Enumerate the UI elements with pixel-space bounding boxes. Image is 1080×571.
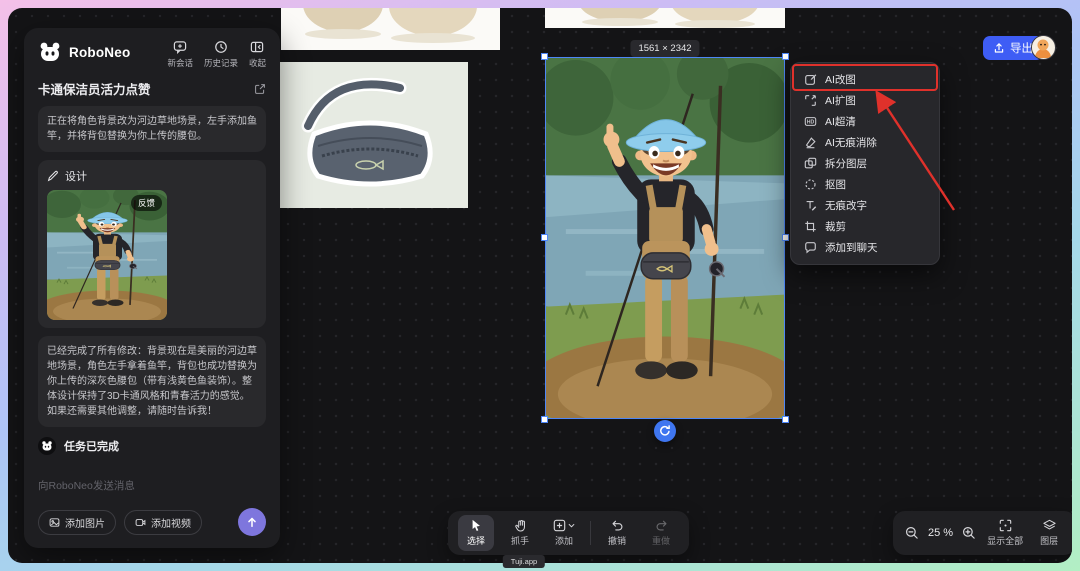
page-background: 1561 × 2342 xyxy=(0,0,1080,571)
chevron-down-icon xyxy=(568,523,575,528)
fit-view-button[interactable]: 显示全部 xyxy=(985,515,1025,551)
refresh-icon xyxy=(659,425,671,437)
menu-item-text-edit[interactable]: 无痕改字 xyxy=(797,195,933,216)
design-label: 设计 xyxy=(65,168,87,184)
add-image-button[interactable]: 添加图片 xyxy=(38,510,116,535)
undo-icon xyxy=(611,519,624,532)
add-icon xyxy=(553,519,566,532)
design-pen-icon xyxy=(47,170,59,182)
menu-item-ai-edit[interactable]: AI改图 xyxy=(797,69,933,90)
svg-text:HD: HD xyxy=(807,120,815,126)
hand-icon xyxy=(514,519,527,532)
tool-redo[interactable]: 重做 xyxy=(643,515,679,551)
video-icon xyxy=(135,517,146,528)
export-icon xyxy=(993,42,1005,54)
canvas-image-product-strip-left[interactable] xyxy=(281,8,500,50)
share-icon[interactable] xyxy=(254,83,266,95)
layers-button[interactable]: 图层 xyxy=(1034,515,1064,551)
roboneo-mini-icon xyxy=(38,437,56,455)
canvas-toolbar: 选择 抓手 添加 xyxy=(448,511,689,555)
user-avatar[interactable] xyxy=(1031,35,1056,60)
footer-badge: Tuji.app xyxy=(503,555,545,568)
message-input[interactable] xyxy=(38,480,266,492)
feedback-badge[interactable]: 反馈 xyxy=(131,195,162,211)
brand: RoboNeo xyxy=(38,40,130,64)
chat-sidebar: RoboNeo 新会话 xyxy=(24,28,280,548)
task-status-row: 任务已完成 xyxy=(38,437,266,455)
menu-item-crop[interactable]: 裁剪 xyxy=(797,216,933,237)
selection-handle-top-left[interactable] xyxy=(541,53,548,60)
session-title: 卡通保洁员活力点赞 xyxy=(38,79,151,98)
zoom-toolbar: 25 % 显示全部 xyxy=(893,511,1072,555)
toolbar-divider xyxy=(590,521,591,545)
canvas-image-waist-bag[interactable] xyxy=(272,62,468,208)
tool-add[interactable]: 添加 xyxy=(546,515,582,551)
hd-icon: HD xyxy=(804,115,817,128)
menu-item-ai-erase[interactable]: AI无痕消除 xyxy=(797,132,933,153)
design-thumbnail[interactable]: 反馈 xyxy=(47,190,167,320)
redo-icon xyxy=(655,519,668,532)
zoom-level: 25 % xyxy=(928,527,953,539)
selection-handle-bottom-right[interactable] xyxy=(782,416,789,423)
zoom-in-icon xyxy=(962,526,976,540)
cursor-icon xyxy=(470,519,483,532)
zoom-in-button[interactable] xyxy=(962,526,976,540)
layers-icon xyxy=(1043,519,1056,532)
selection-handle-top-right[interactable] xyxy=(782,53,789,60)
selection-handle-mid-right[interactable] xyxy=(782,234,789,241)
menu-item-ai-hd[interactable]: HD AI超清 xyxy=(797,111,933,132)
app-window: 1561 × 2342 xyxy=(8,8,1072,563)
split-layers-icon xyxy=(804,157,817,170)
collapse-sidebar-button[interactable]: 收起 xyxy=(249,40,266,69)
canvas-context-menu: AI改图 AI扩图 HD AI超清 xyxy=(790,62,940,265)
collapse-icon xyxy=(250,40,264,54)
erase-icon xyxy=(804,136,817,149)
assistant-result-message: 已经完成了所有修改：背景现在是美丽的河边草地场景，角色左手拿着鱼竿，背包也成功替… xyxy=(38,336,266,427)
selected-canvas-image[interactable] xyxy=(545,57,785,419)
fit-view-icon xyxy=(999,519,1012,532)
text-edit-icon xyxy=(804,199,817,212)
send-arrow-icon xyxy=(246,516,258,528)
history-button[interactable]: 历史记录 xyxy=(204,40,238,69)
brand-name: RoboNeo xyxy=(69,45,130,60)
selection-size-badge: 1561 × 2342 xyxy=(630,40,699,57)
new-chat-icon xyxy=(173,40,187,54)
regenerate-button[interactable] xyxy=(654,420,676,442)
menu-item-ai-expand[interactable]: AI扩图 xyxy=(797,90,933,111)
tool-undo[interactable]: 撤销 xyxy=(599,515,635,551)
menu-item-add-to-chat[interactable]: 添加到聊天 xyxy=(797,237,933,258)
canvas-image-product-strip-top[interactable] xyxy=(545,8,785,28)
crop-icon xyxy=(804,220,817,233)
menu-item-cutout[interactable]: 抠图 xyxy=(797,174,933,195)
task-status-label: 任务已完成 xyxy=(64,438,119,454)
history-icon xyxy=(214,40,228,54)
send-button[interactable] xyxy=(238,508,266,536)
add-video-button[interactable]: 添加视频 xyxy=(124,510,202,535)
tool-select[interactable]: 选择 xyxy=(458,515,494,551)
chat-icon xyxy=(804,241,817,254)
design-card: 设计 反馈 xyxy=(38,160,266,328)
cutout-icon xyxy=(804,178,817,191)
assistant-progress-message: 正在将角色背景改为河边草地场景，左手添加鱼竿，并将背包替换为你上传的腰包。 xyxy=(38,106,266,152)
expand-icon xyxy=(804,94,817,107)
roboneo-logo-icon xyxy=(38,40,62,64)
image-icon xyxy=(49,517,60,528)
tool-hand[interactable]: 抓手 xyxy=(502,515,538,551)
composer: 添加图片 添加视频 xyxy=(38,476,266,536)
zoom-out-button[interactable] xyxy=(905,526,919,540)
selection-handle-bottom-left[interactable] xyxy=(541,416,548,423)
cartoon-fisher-boy-image xyxy=(546,58,784,418)
menu-item-split-layers[interactable]: 拆分图层 xyxy=(797,153,933,174)
new-chat-button[interactable]: 新会话 xyxy=(167,40,193,69)
selection-handle-mid-left[interactable] xyxy=(541,234,548,241)
edit-icon xyxy=(804,73,817,86)
zoom-out-icon xyxy=(905,526,919,540)
